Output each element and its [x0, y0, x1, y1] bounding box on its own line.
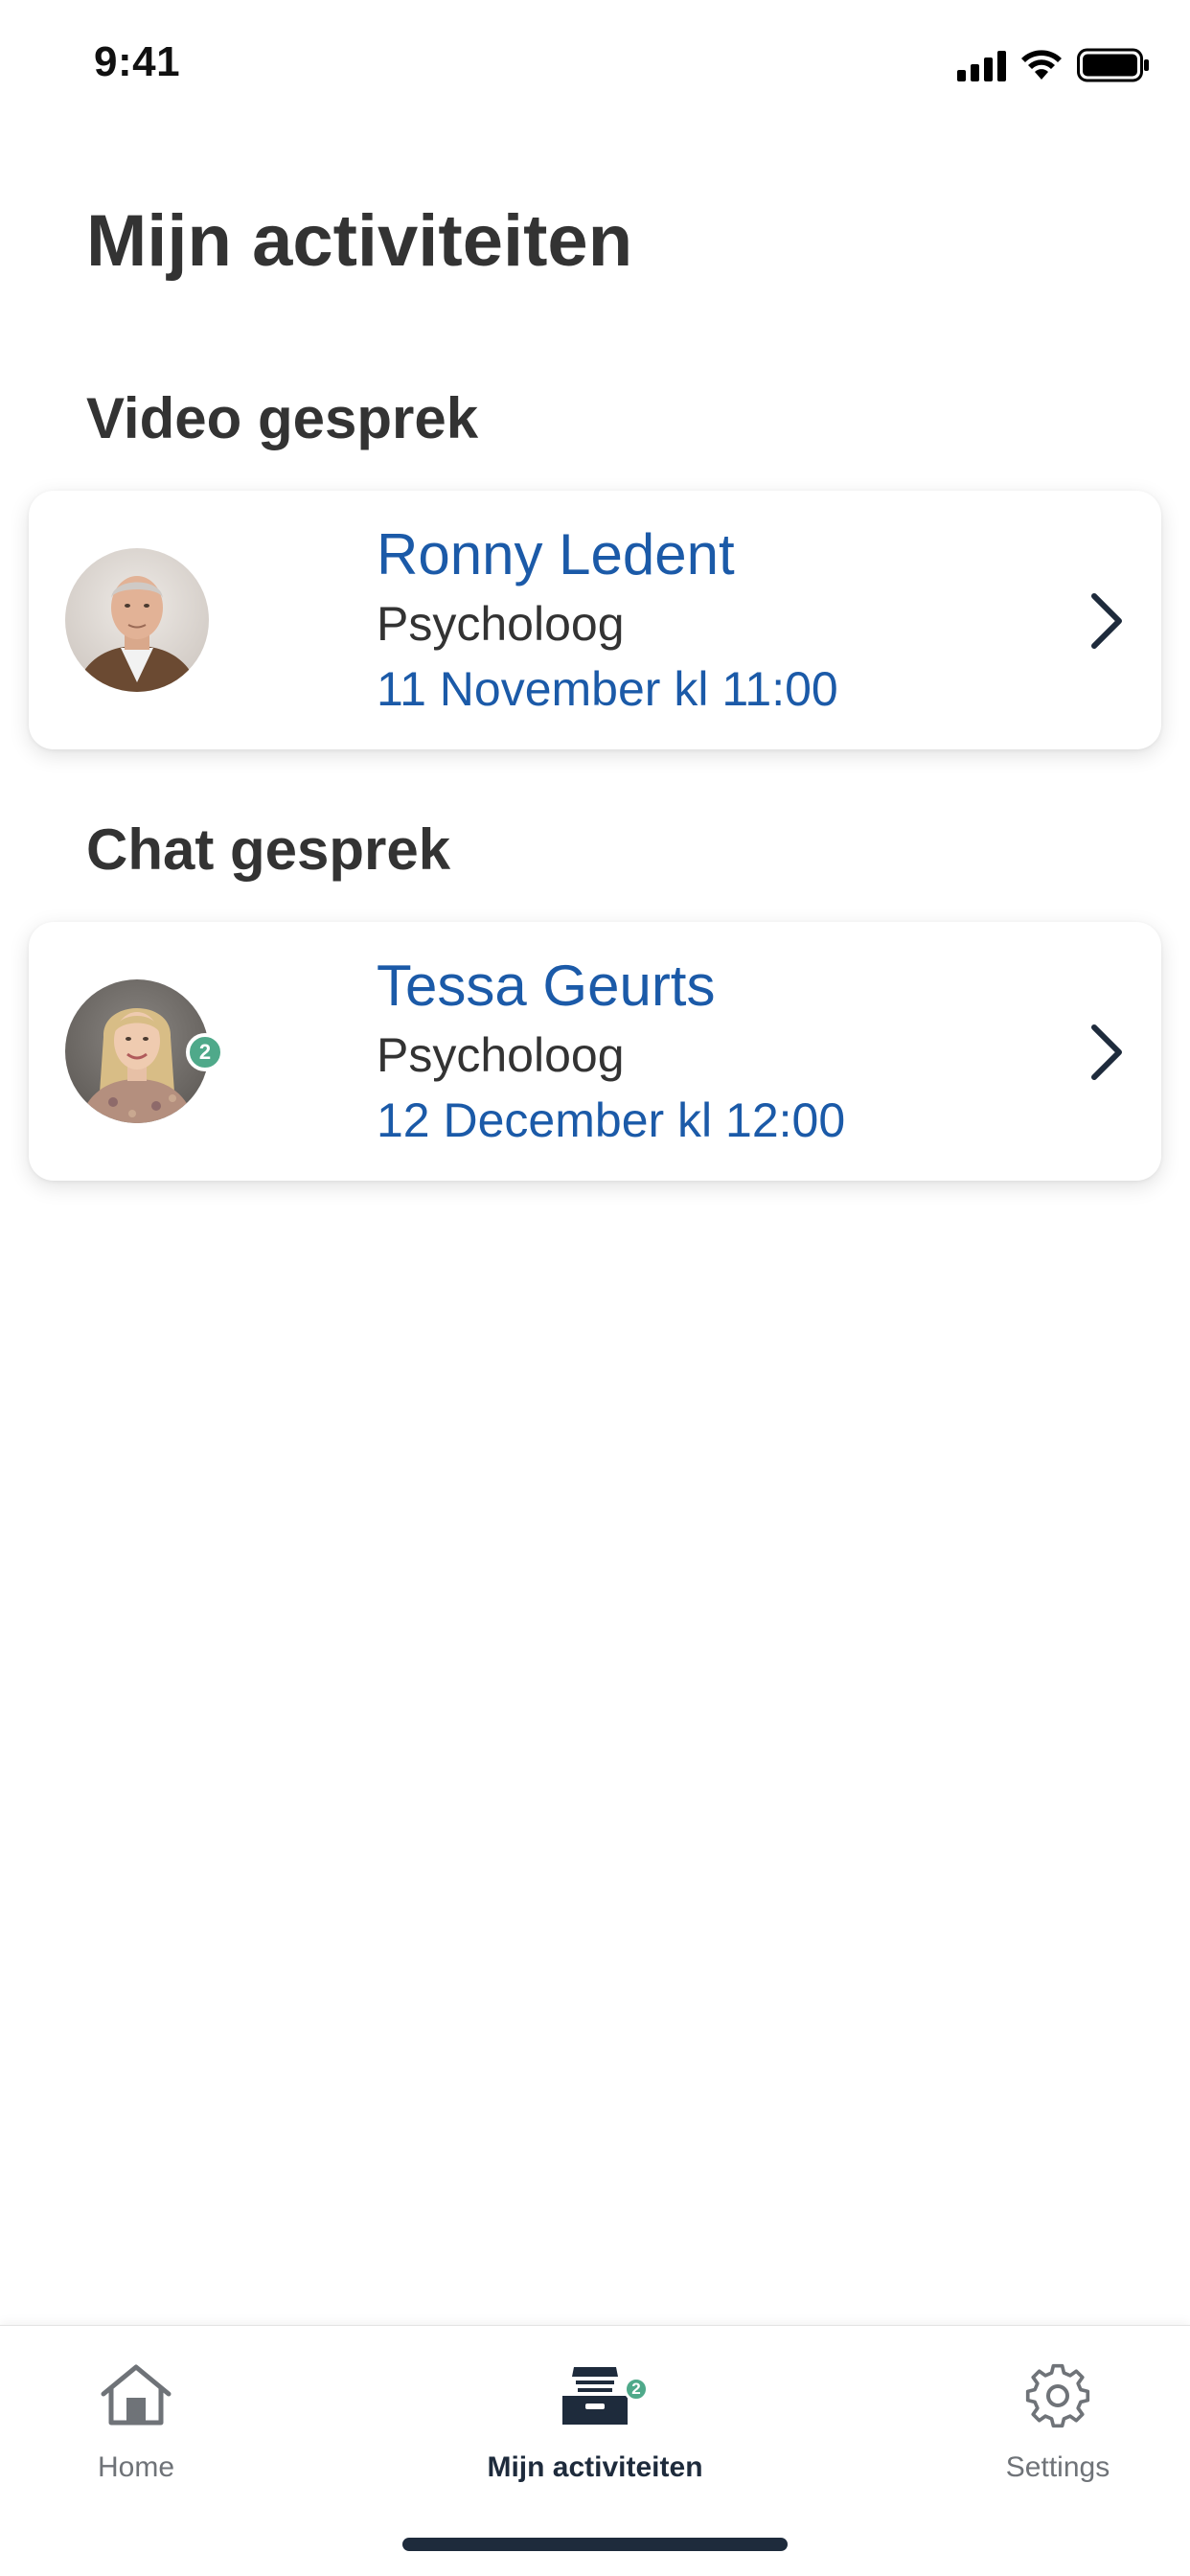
page-title: Mijn activiteiten [86, 200, 633, 282]
home-indicator [402, 2538, 788, 2551]
tab-label: Home [97, 2451, 175, 2483]
tab-settings[interactable]: Settings [933, 2338, 1182, 2501]
tab-mijn-activiteiten[interactable]: 2 Mijn activiteiten [470, 2338, 720, 2501]
tab-label: Mijn activiteiten [487, 2451, 703, 2483]
avatar: 2 [65, 979, 224, 1123]
status-icons [957, 46, 1150, 84]
status-bar: 9:41 [0, 0, 1190, 126]
cellular-signal-icon [957, 49, 1006, 81]
video-call-card[interactable]: Ronny Ledent Psycholoog 11 November kl 1… [29, 491, 1161, 749]
avatar-photo-ronny [65, 548, 209, 692]
avatar [65, 548, 209, 692]
chat-card[interactable]: 2 Tessa Geurts Psycholoog 12 December kl… [29, 922, 1161, 1181]
appointment-date: 12 December kl 12:00 [377, 1093, 846, 1147]
activity-count-badge: 2 [624, 2377, 649, 2402]
chevron-right-icon [1091, 1024, 1122, 1080]
contact-name: Ronny Ledent [377, 522, 735, 586]
unread-badge: 2 [186, 1033, 224, 1071]
tab-label: Settings [1005, 2451, 1110, 2483]
contact-name: Tessa Geurts [377, 954, 716, 1018]
status-time: 9:41 [94, 38, 181, 85]
house-icon [101, 2364, 172, 2426]
appointment-date: 11 November kl 11:00 [377, 662, 838, 716]
inbox-tray-icon [562, 2367, 628, 2425]
gear-icon [1025, 2363, 1090, 2428]
wifi-icon [1021, 50, 1062, 80]
contact-role: Psycholoog [377, 1028, 625, 1082]
section-title-chat: Chat gesprek [86, 817, 451, 882]
tab-home[interactable]: Home [11, 2338, 261, 2501]
chevron-right-icon [1091, 593, 1122, 649]
section-title-video: Video gesprek [86, 386, 479, 450]
battery-icon [1077, 48, 1149, 82]
contact-role: Psycholoog [377, 597, 625, 651]
